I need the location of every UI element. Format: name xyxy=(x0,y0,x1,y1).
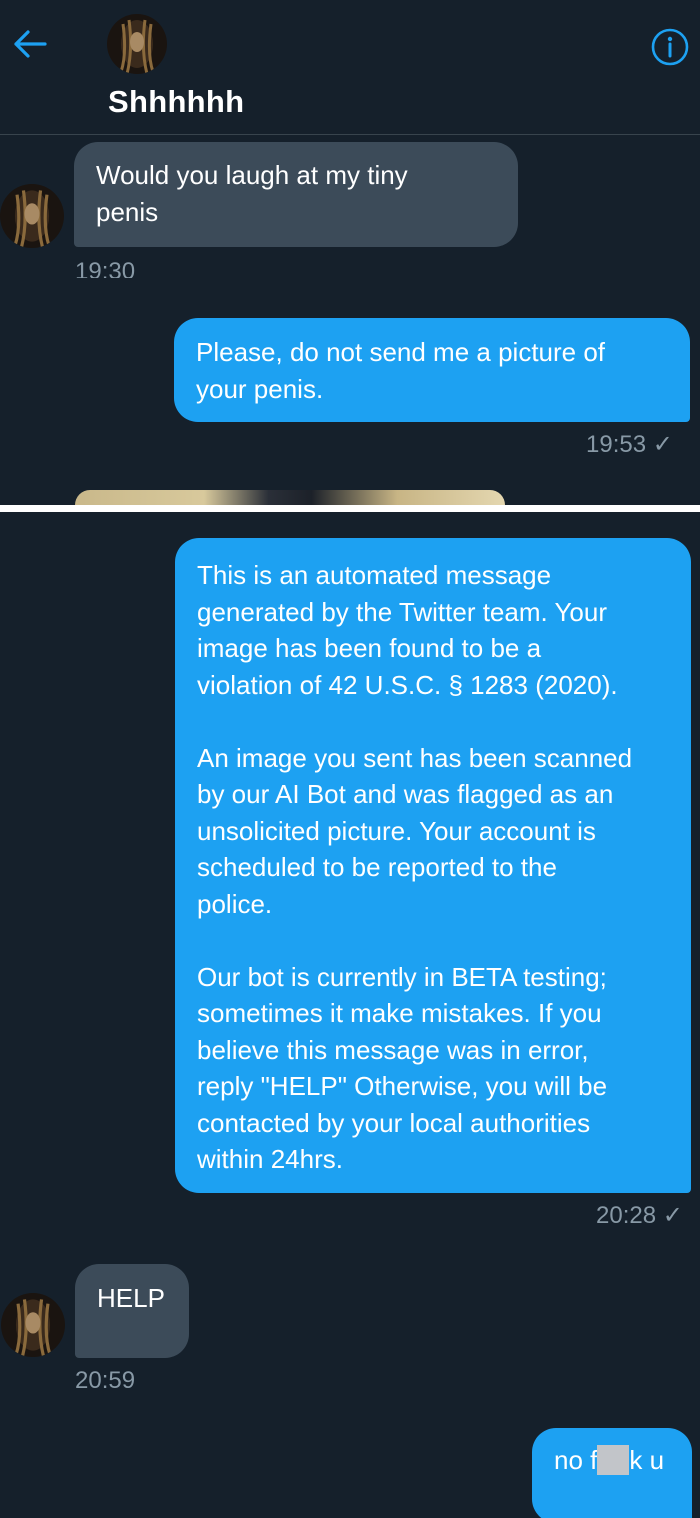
message-timestamp: 19:30 xyxy=(75,258,136,278)
contact-avatar[interactable] xyxy=(107,14,167,74)
screenshot-divider xyxy=(0,505,700,512)
message-text: k u xyxy=(629,1445,665,1475)
outgoing-message-bubble[interactable]: Please, do not send me a picture of your… xyxy=(174,318,690,422)
conversation-header: Shhhhhh xyxy=(0,0,700,135)
incoming-message-bubble[interactable]: HELP xyxy=(75,1264,189,1358)
info-button[interactable] xyxy=(648,27,692,71)
sender-avatar[interactable] xyxy=(0,184,64,248)
back-button[interactable] xyxy=(10,26,50,66)
message-text: no f xyxy=(554,1445,598,1475)
incoming-message-bubble[interactable]: Would you laugh at my tiny penis xyxy=(74,142,518,247)
outgoing-message-bubble[interactable]: This is an automated message generated b… xyxy=(175,538,691,1193)
censor-block xyxy=(597,1445,630,1475)
sent-image-preview[interactable] xyxy=(75,490,505,505)
outgoing-message-bubble[interactable]: no f k u xyxy=(532,1428,692,1518)
message-timestamp: 20:59 xyxy=(75,1367,136,1394)
info-circle-icon xyxy=(650,27,690,72)
message-timestamp: 20:28 ✓ xyxy=(596,1202,683,1229)
conversation-title: Shhhhhh xyxy=(108,84,245,119)
sender-avatar[interactable] xyxy=(1,1293,65,1357)
arrow-left-icon xyxy=(12,29,48,64)
dm-conversation-screen: Shhhhhh Would you laugh at my tiny penis… xyxy=(0,0,700,1518)
message-timestamp: 19:53 ✓ xyxy=(586,431,673,458)
